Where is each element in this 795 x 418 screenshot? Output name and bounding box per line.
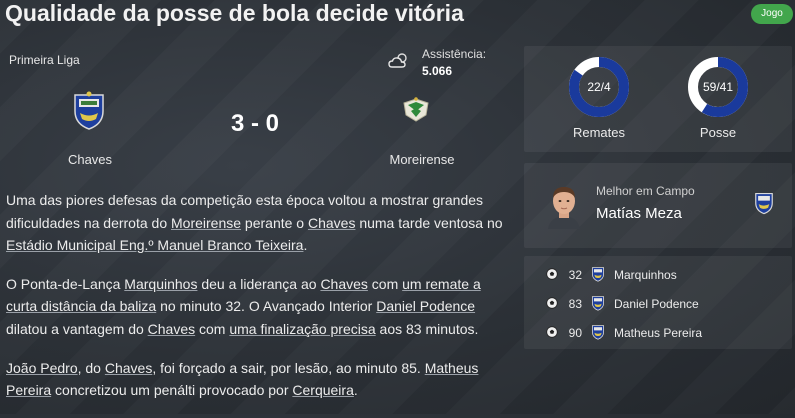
- player-photo[interactable]: [544, 183, 584, 229]
- report-link[interactable]: Chaves: [320, 276, 367, 292]
- football-icon: [546, 297, 558, 309]
- report-text: .: [353, 382, 358, 399]
- goal-row[interactable]: 83 Daniel Podence: [524, 292, 792, 316]
- goal-minute: 90: [568, 326, 582, 340]
- chaves-crest-icon[interactable]: [72, 91, 106, 131]
- man-of-match-label: Melhor em Campo: [596, 184, 695, 198]
- goal-scorer[interactable]: Marquinhos: [614, 268, 677, 282]
- report-text: perante o: [241, 214, 308, 231]
- shots-label: Remates: [572, 125, 626, 140]
- football-icon: [546, 326, 558, 338]
- man-of-match-panel[interactable]: Melhor em Campo Matías Meza: [524, 163, 792, 248]
- possession-donut: 59/41: [687, 56, 749, 118]
- report-text: aos 83 minutos.: [375, 320, 479, 337]
- report-text: no minuto 32. O Avançado Interior: [156, 298, 377, 315]
- goals-panel: 32 Marquinhos 83 Daniel Podence 90 Mathe…: [524, 256, 792, 349]
- chaves-crest-icon: [592, 325, 604, 340]
- report-text: com: [367, 275, 403, 292]
- report-text: com: [195, 320, 230, 337]
- goal-minute: 83: [568, 297, 582, 311]
- report-text: concretizou um penálti provocado por: [51, 382, 293, 399]
- match-score: 3 - 0: [230, 110, 280, 137]
- possession-value: 59/41: [702, 80, 734, 94]
- report-link[interactable]: Moreirense: [171, 215, 241, 231]
- report-text: .: [303, 237, 308, 254]
- shots-donut: 22/4: [568, 56, 630, 118]
- chaves-crest-icon: [755, 193, 773, 215]
- report-paragraph: Uma das piores defesas da competição est…: [6, 189, 511, 257]
- goal-scorer[interactable]: Matheus Pereira: [614, 326, 702, 340]
- report-link[interactable]: Daniel Podence: [376, 298, 475, 314]
- report-link[interactable]: Cerqueira: [292, 382, 353, 398]
- shots-value: 22/4: [587, 80, 611, 94]
- report-text: , do: [77, 359, 105, 376]
- goal-minute: 32: [568, 268, 582, 282]
- league-name[interactable]: Primeira Liga: [9, 53, 80, 67]
- match-badge[interactable]: Jogo: [751, 4, 793, 24]
- report-link[interactable]: uma finalização precisa: [229, 321, 375, 337]
- attendance-value: 5.066: [422, 64, 453, 78]
- possession-label: Posse: [699, 125, 737, 140]
- chaves-crest-icon: [592, 267, 604, 282]
- man-of-match-name[interactable]: Matías Meza: [596, 205, 682, 222]
- report-paragraph: O Ponta-de-Lança Marquinhos deu a lidera…: [6, 273, 511, 341]
- report-link[interactable]: Chaves: [148, 321, 195, 337]
- report-text: , foi forçado a sair, por lesão, ao minu…: [152, 359, 425, 376]
- report-text: numa tarde ventosa no: [355, 214, 503, 231]
- match-stats-panel: 22/4 Remates 59/41 Posse: [524, 46, 792, 152]
- report-text: deu a liderança ao: [197, 275, 321, 292]
- moreirense-crest-icon[interactable]: [402, 97, 430, 125]
- goal-row[interactable]: 90 Matheus Pereira: [524, 321, 792, 345]
- report-link[interactable]: Marquinhos: [124, 276, 197, 292]
- chaves-crest-icon: [592, 296, 604, 311]
- goal-scorer[interactable]: Daniel Podence: [614, 297, 699, 311]
- report-text: dilatou a vantagem do: [6, 320, 148, 337]
- report-paragraph: João Pedro, do Chaves, foi forçado a sai…: [6, 357, 511, 402]
- report-link[interactable]: Chaves: [105, 360, 152, 376]
- football-icon: [546, 268, 558, 280]
- home-team-name[interactable]: Chaves: [40, 152, 140, 167]
- match-report: Uma das piores defesas da competição est…: [6, 189, 511, 418]
- attendance-label: Assistência:: [422, 47, 487, 61]
- report-link[interactable]: João Pedro: [6, 360, 78, 376]
- report-link[interactable]: Chaves: [308, 215, 355, 231]
- report-text: O Ponta-de-Lança: [6, 275, 125, 292]
- goal-row[interactable]: 32 Marquinhos: [524, 263, 792, 287]
- cloudy-weather-icon: [388, 53, 407, 68]
- page-title: Qualidade da posse de bola decide vitóri…: [5, 0, 464, 26]
- report-link[interactable]: Estádio Municipal Eng.º Manuel Branco Te…: [6, 237, 303, 253]
- away-team-name[interactable]: Moreirense: [372, 152, 472, 167]
